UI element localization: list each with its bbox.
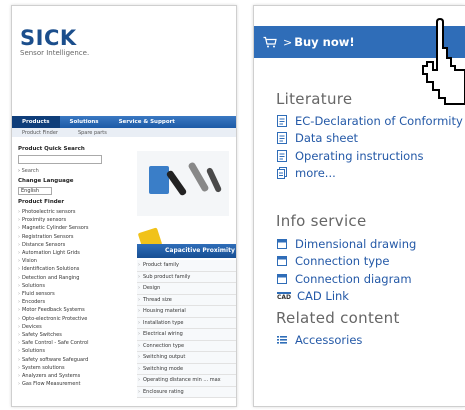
filter-item[interactable]: Enclosure rating (137, 386, 236, 398)
literature-heading: Literature (276, 90, 353, 108)
dimensional-drawing-link[interactable]: Dimensional drawing (295, 237, 416, 251)
finder-item[interactable]: System solutions (18, 364, 122, 372)
capacitive-header[interactable]: Capacitive Proximity (137, 244, 236, 258)
list-icon (277, 335, 287, 344)
filter-item[interactable]: Electrical wiring (137, 329, 236, 341)
quick-search-heading: Product Quick Search (18, 146, 85, 152)
accessories-link[interactable]: Accessories (295, 333, 362, 347)
list-item[interactable]: Dimensional drawing (277, 235, 416, 253)
main-nav: Products Solutions Service & Support (12, 116, 236, 128)
filter-item[interactable]: Housing material (137, 306, 236, 318)
finder-item[interactable]: Fluid sensors (18, 290, 122, 298)
drawing-icon (277, 273, 287, 284)
more-link[interactable]: more... (295, 166, 336, 180)
filter-item[interactable]: Operating distance min ... max (137, 375, 236, 387)
documents-stack-icon (277, 167, 287, 180)
drawing-icon (277, 256, 287, 267)
language-select[interactable]: English (18, 187, 52, 195)
filter-item[interactable]: Product family (137, 260, 236, 272)
finder-item[interactable]: Encoders (18, 298, 122, 306)
tab-service-support[interactable]: Service & Support (109, 119, 185, 125)
finder-item[interactable]: Magnetic Cylinder Sensors (18, 224, 122, 232)
filter-item[interactable]: Design (137, 283, 236, 295)
sick-logo[interactable]: SICK (20, 26, 77, 50)
finder-item[interactable]: Safe Control - Safe Control (18, 339, 122, 347)
finder-item[interactable]: Devices (18, 323, 122, 331)
finder-item[interactable]: Registration Sensors (18, 233, 122, 241)
sensor-box-shape (149, 166, 169, 194)
finder-item[interactable]: Safety Switches (18, 331, 122, 339)
drawing-icon (277, 238, 287, 249)
list-item[interactable]: Data sheet (277, 130, 463, 148)
product-finder-list: Photoelectric sensors Proximity sensors … (18, 208, 122, 389)
capacitive-filter-list: Product family Sub product family Design… (137, 260, 236, 398)
cad-icon: CAD (277, 291, 292, 301)
list-item[interactable]: more... (277, 165, 463, 183)
finder-item[interactable]: Safety software Safeguard (18, 356, 122, 364)
filter-item[interactable]: Switching output (137, 352, 236, 364)
filter-item[interactable]: Thread size (137, 294, 236, 306)
related-content-list: Accessories (277, 331, 362, 349)
info-service-heading: Info service (276, 212, 367, 230)
document-icon (277, 114, 287, 127)
subtab-spare-parts[interactable]: Spare parts (68, 130, 117, 136)
finder-item[interactable]: Proximity sensors (18, 216, 122, 224)
finder-item[interactable]: Automation Light Grids (18, 249, 122, 257)
finder-item[interactable]: Identification Solutions (18, 265, 122, 273)
related-content-heading: Related content (276, 309, 400, 327)
filter-item[interactable]: Installation type (137, 317, 236, 329)
list-item[interactable]: CAD CAD Link (277, 288, 416, 306)
finder-item[interactable]: Analyzers and Systems (18, 372, 122, 380)
finder-item[interactable]: Vision (18, 257, 122, 265)
list-item[interactable]: Connection diagram (277, 270, 416, 288)
change-language-heading: Change Language (18, 178, 74, 184)
list-item[interactable]: Accessories (277, 331, 362, 349)
connection-diagram-link[interactable]: Connection diagram (295, 272, 412, 286)
finder-item[interactable]: Motor Feedback Systems (18, 306, 122, 314)
left-sidebar: Product Quick Search › Search Change Lan… (18, 146, 122, 389)
list-item[interactable]: Operating instructions (277, 147, 463, 165)
hand-cursor-icon (422, 18, 465, 105)
filter-item[interactable]: Sub product family (137, 271, 236, 283)
sensor-cylinder-shape (187, 161, 210, 193)
document-icon (277, 149, 287, 162)
finder-item[interactable]: Detection and Ranging (18, 274, 122, 282)
finder-item[interactable]: Distance Sensors (18, 241, 122, 249)
tab-products[interactable]: Products (12, 116, 60, 128)
cart-icon (263, 36, 277, 48)
filter-item[interactable]: Connection type (137, 340, 236, 352)
list-item[interactable]: Connection type (277, 253, 416, 271)
document-icon (277, 132, 287, 145)
list-item[interactable]: EC-Declaration of Conformity (277, 112, 463, 130)
connection-type-link[interactable]: Connection type (295, 254, 389, 268)
finder-item[interactable]: Opto-electronic Protective (18, 315, 122, 323)
buy-arrow: > (283, 35, 293, 49)
finder-item[interactable]: Solutions (18, 347, 122, 355)
operating-instructions-link[interactable]: Operating instructions (295, 149, 424, 163)
finder-item[interactable]: Solutions (18, 282, 122, 290)
product-finder-heading: Product Finder (18, 199, 65, 205)
sensor-product-image (137, 151, 229, 216)
data-sheet-link[interactable]: Data sheet (295, 131, 358, 145)
subtab-product-finder[interactable]: Product Finder (12, 130, 68, 136)
buy-now-label: Buy now! (294, 35, 355, 49)
tagline: Sensor Intelligence. (20, 49, 90, 57)
cad-link[interactable]: CAD Link (297, 289, 349, 303)
website-screenshot-panel: SICK Sensor Intelligence. Products Solut… (11, 5, 237, 407)
literature-list: EC-Declaration of Conformity Data sheet … (277, 112, 463, 182)
search-link[interactable]: › Search (18, 168, 122, 174)
tab-solutions[interactable]: Solutions (60, 119, 109, 125)
info-service-list: Dimensional drawing Connection type Conn… (277, 235, 416, 305)
sub-nav: Product Finder Spare parts (12, 128, 236, 137)
ec-declaration-link[interactable]: EC-Declaration of Conformity (295, 114, 463, 128)
quick-search-input[interactable] (18, 155, 102, 164)
filter-item[interactable]: Switching mode (137, 363, 236, 375)
finder-item[interactable]: Photoelectric sensors (18, 208, 122, 216)
finder-item[interactable]: Gas Flow Measurement (18, 380, 122, 388)
